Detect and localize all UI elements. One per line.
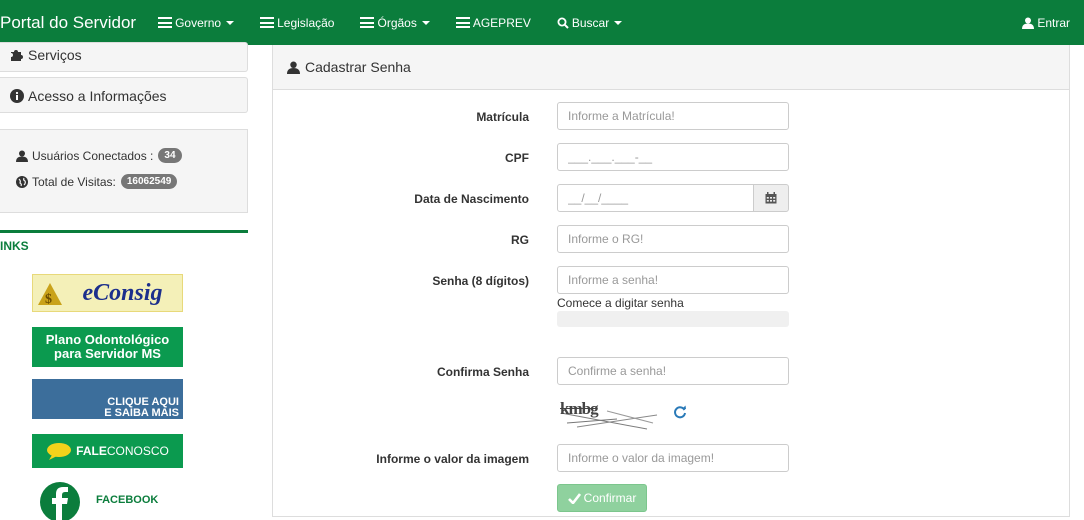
confirm-password-label: Confirma Senha — [436, 365, 529, 379]
connected-users-badge: 34 — [158, 148, 182, 163]
rg-input[interactable] — [557, 225, 789, 253]
calendar-button[interactable] — [753, 184, 789, 212]
nav-ageprev[interactable]: AGEPREV — [455, 15, 531, 30]
links-heading: INKS — [0, 230, 248, 253]
login-label: Entrar — [1037, 15, 1070, 30]
page-title: Cadastrar Senha — [305, 59, 411, 75]
clique-line2: E SAIBA MAIS — [104, 407, 179, 419]
caret-down-icon — [226, 20, 235, 25]
user-icon — [1022, 17, 1035, 29]
login-link[interactable]: Entrar — [1022, 0, 1070, 45]
sidebar-item-label: Serviços — [28, 47, 82, 63]
nav-buscar[interactable]: Buscar — [557, 15, 623, 30]
confirm-password-input[interactable] — [557, 357, 789, 385]
user-icon — [287, 61, 300, 74]
captcha-area: kmbg — [557, 393, 686, 433]
refresh-icon[interactable] — [673, 405, 687, 419]
econsig-logo-icon: $ — [38, 283, 62, 307]
caret-down-icon — [614, 20, 623, 25]
top-navbar: Portal do Servidor Governo Legislação Ór… — [0, 0, 1084, 45]
nav-orgaos-label: Órgãos — [377, 15, 417, 30]
menu-icon — [260, 17, 275, 28]
nav-governo[interactable]: Governo — [158, 15, 235, 30]
clique-aqui-banner[interactable]: CLIQUE AQUI E SAIBA MAIS — [32, 379, 183, 419]
connected-users-label: Usuários Conectados : — [32, 148, 154, 163]
total-visits-badge: 16062549 — [120, 174, 178, 189]
econsig-banner[interactable]: $ eConsig — [32, 274, 183, 312]
search-icon — [557, 17, 569, 29]
fale-conosco-banner[interactable]: FALE CONOSCO — [32, 434, 183, 468]
password-input[interactable] — [557, 266, 789, 294]
cpf-input[interactable] — [557, 143, 789, 171]
facebook-banner[interactable]: FACEBOOK — [32, 480, 183, 520]
captcha-text: kmbg — [560, 399, 599, 418]
odonto-line2: para Servidor MS — [54, 346, 161, 361]
calendar-icon — [765, 192, 777, 204]
caret-down-icon — [421, 20, 430, 25]
total-visits: Total de Visitas: 16062549 — [16, 174, 178, 189]
econsig-label: eConsig — [82, 279, 163, 306]
globe-icon — [16, 175, 28, 188]
svg-text:$: $ — [45, 292, 52, 307]
odonto-line1: Plano Odontológico — [45, 332, 170, 347]
facebook-icon — [40, 482, 80, 520]
nav-legislacao[interactable]: Legislação — [260, 16, 334, 30]
odonto-banner[interactable]: Plano Odontológico para Servidor MS — [32, 327, 183, 367]
menu-icon — [455, 17, 470, 28]
sidebar: Serviços Acesso a Informações Usuários C… — [0, 42, 248, 520]
matricula-input[interactable] — [557, 102, 789, 130]
captcha-label: Informe o valor da imagem — [376, 452, 529, 466]
confirm-button[interactable]: Confirmar — [557, 484, 647, 512]
cpf-label: CPF — [505, 151, 529, 165]
nav-orgaos[interactable]: Órgãos — [360, 15, 430, 30]
birthdate-input[interactable] — [557, 184, 754, 212]
panel-header: Cadastrar Senha — [273, 45, 1069, 90]
sidebar-item-label: Acesso a Informações — [28, 88, 167, 104]
confirm-button-label: Confirmar — [583, 491, 637, 505]
nav-buscar-label: Buscar — [571, 15, 610, 30]
password-strength-bar — [557, 311, 789, 327]
fale-bold: FALE — [76, 444, 107, 458]
nav-governo-label: Governo — [175, 15, 222, 30]
menu-icon — [360, 17, 375, 28]
password-hint: Comece a digitar senha — [557, 296, 684, 310]
birthdate-label: Data de Nascimento — [414, 192, 529, 206]
sidebar-item-acesso[interactable]: Acesso a Informações — [0, 77, 248, 113]
captcha-input[interactable] — [557, 444, 789, 472]
sidebar-item-servicos[interactable]: Serviços — [0, 42, 248, 72]
rg-label: RG — [511, 233, 529, 247]
checkmark-icon — [567, 492, 581, 504]
facebook-label: FACEBOOK — [96, 494, 159, 506]
menu-icon — [158, 17, 173, 28]
register-password-panel: Cadastrar Senha Matrícula CPF Data de Na… — [272, 45, 1070, 517]
info-icon — [10, 89, 24, 103]
brand-title[interactable]: Portal do Servidor — [0, 13, 136, 33]
total-visits-label: Total de Visitas: — [32, 174, 116, 189]
nav-legislacao-label: Legislação — [277, 15, 335, 30]
stats-panel: Usuários Conectados : 34 Total de Visita… — [0, 129, 248, 213]
matricula-label: Matrícula — [476, 110, 529, 124]
password-label: Senha (8 dígitos) — [432, 274, 529, 288]
user-icon — [16, 150, 28, 162]
fale-rest: CONOSCO — [106, 444, 169, 458]
puzzle-icon — [11, 50, 23, 61]
connected-users: Usuários Conectados : 34 — [16, 148, 182, 163]
nav-ageprev-label: AGEPREV — [472, 15, 531, 30]
speech-bubble-icon — [47, 443, 72, 460]
